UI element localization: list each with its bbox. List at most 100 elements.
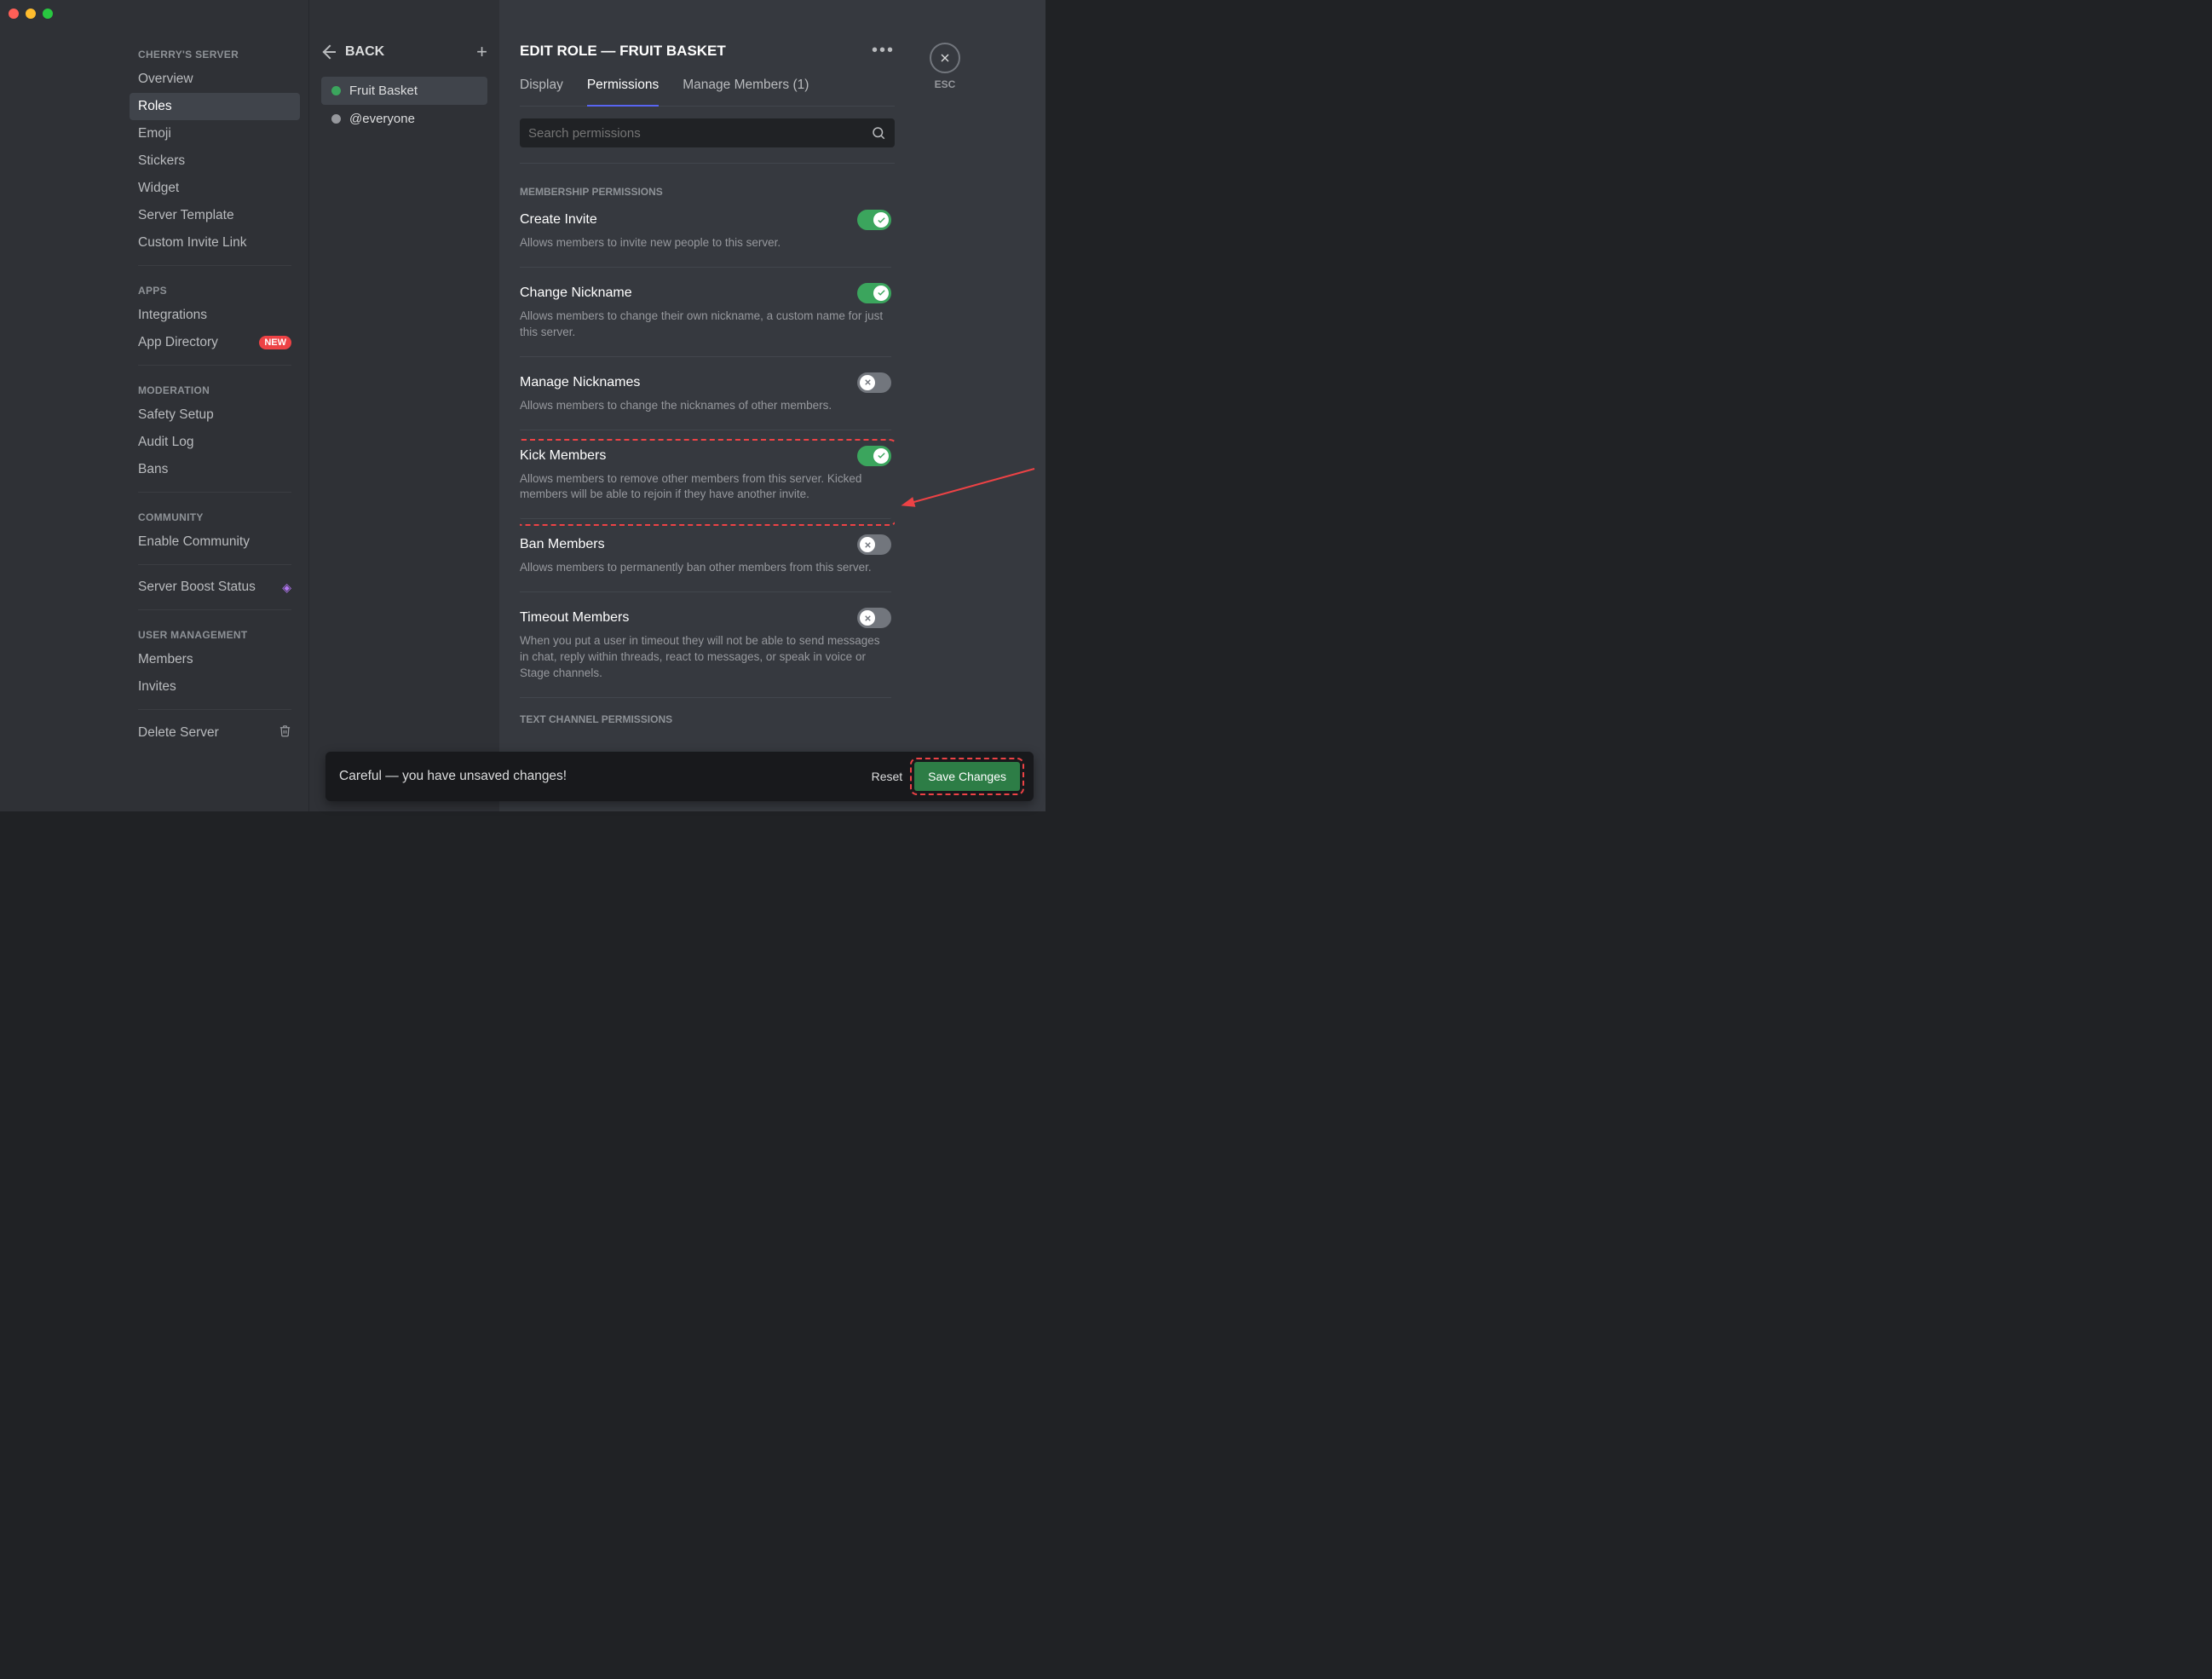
perm-title: Timeout Members xyxy=(520,610,629,626)
sidebar-item-label: Stickers xyxy=(138,153,185,169)
sidebar-item-label: Widget xyxy=(138,181,179,196)
add-role-button[interactable]: + xyxy=(476,43,487,61)
sidebar-item-label: Delete Server xyxy=(138,725,219,741)
sidebar-divider xyxy=(138,492,291,493)
perm-title: Manage Nicknames xyxy=(520,375,640,390)
sidebar-item-enable-community[interactable]: Enable Community xyxy=(130,528,300,556)
edit-role-panel: EDIT ROLE — FRUIT BASKET ••• Display Per… xyxy=(499,0,1046,811)
sidebar-item-label: Custom Invite Link xyxy=(138,235,247,251)
sidebar-header-user-management: USER MANAGEMENT xyxy=(130,619,300,646)
sidebar-item-label: Emoji xyxy=(138,126,171,141)
perm-title: Ban Members xyxy=(520,537,605,552)
toggle-knob xyxy=(873,212,889,228)
zoom-window-icon[interactable] xyxy=(43,9,53,19)
sidebar-divider xyxy=(138,365,291,366)
toggle-timeout-members[interactable] xyxy=(857,608,891,628)
toggle-create-invite[interactable] xyxy=(857,210,891,230)
sidebar-header-moderation: MODERATION xyxy=(130,374,300,401)
sidebar-item-server-boost-status[interactable]: Server Boost Status ◈ xyxy=(130,574,300,601)
sidebar-item-label: Roles xyxy=(138,99,172,114)
trash-icon xyxy=(279,724,291,741)
role-name: Fruit Basket xyxy=(349,84,418,98)
save-changes-button[interactable]: Save Changes xyxy=(914,762,1020,791)
perm-change-nickname: Change Nickname Allows members to change… xyxy=(520,283,891,357)
permissions-list[interactable]: MEMBERSHIP PERMISSIONS Create Invite All… xyxy=(520,179,895,759)
sidebar-item-audit-log[interactable]: Audit Log xyxy=(130,429,300,456)
sidebar-item-server-template[interactable]: Server Template xyxy=(130,202,300,229)
sidebar-item-invites[interactable]: Invites xyxy=(130,673,300,701)
close-button[interactable] xyxy=(930,43,960,73)
toggle-ban-members[interactable] xyxy=(857,534,891,555)
perm-timeout-members: Timeout Members When you put a user in t… xyxy=(520,608,891,698)
minimize-window-icon[interactable] xyxy=(26,9,36,19)
sidebar-item-bans[interactable]: Bans xyxy=(130,456,300,483)
perm-kick-members: Kick Members Allows members to remove ot… xyxy=(520,446,891,520)
role-list-panel: BACK + Fruit Basket @everyone xyxy=(308,0,499,811)
toggle-manage-nicknames[interactable] xyxy=(857,372,891,393)
perm-title: Kick Members xyxy=(520,448,606,464)
role-item-everyone[interactable]: @everyone xyxy=(321,105,487,133)
sidebar-item-integrations[interactable]: Integrations xyxy=(130,302,300,329)
sidebar-item-label: Safety Setup xyxy=(138,407,214,423)
toggle-change-nickname[interactable] xyxy=(857,283,891,303)
boost-icon: ◈ xyxy=(282,580,291,595)
sidebar-item-members[interactable]: Members xyxy=(130,646,300,673)
role-tabs: Display Permissions Manage Members (1) xyxy=(520,78,895,107)
sidebar-item-app-directory[interactable]: App Directory NEW xyxy=(130,329,300,356)
sidebar-item-label: Audit Log xyxy=(138,435,194,450)
role-item-fruit-basket[interactable]: Fruit Basket xyxy=(321,77,487,105)
toggle-knob xyxy=(873,448,889,464)
toggle-kick-members[interactable] xyxy=(857,446,891,466)
search-input[interactable] xyxy=(528,126,871,141)
sidebar-header-community: COMMUNITY xyxy=(130,501,300,528)
tab-permissions[interactable]: Permissions xyxy=(587,78,659,107)
perm-desc: Allows members to change their own nickn… xyxy=(520,309,891,341)
sidebar-header-apps: APPS xyxy=(130,274,300,302)
tab-display[interactable]: Display xyxy=(520,78,563,106)
close-window-icon[interactable] xyxy=(9,9,19,19)
search-permissions-field[interactable] xyxy=(520,118,895,147)
role-name: @everyone xyxy=(349,112,415,126)
sidebar-item-label: Integrations xyxy=(138,308,207,323)
sidebar-item-emoji[interactable]: Emoji xyxy=(130,120,300,147)
close-icon xyxy=(938,51,952,65)
sidebar-divider xyxy=(138,564,291,565)
content-divider xyxy=(520,163,895,164)
close-settings: ESC xyxy=(930,43,960,90)
toggle-knob xyxy=(860,375,875,390)
more-options-button[interactable]: ••• xyxy=(872,41,895,61)
perm-desc: Allows members to permanently ban other … xyxy=(520,560,891,576)
esc-label: ESC xyxy=(930,78,960,90)
toggle-knob xyxy=(873,286,889,301)
section-header-membership: MEMBERSHIP PERMISSIONS xyxy=(520,186,891,198)
sidebar-item-widget[interactable]: Widget xyxy=(130,175,300,202)
sidebar-divider xyxy=(138,709,291,710)
sidebar-item-roles[interactable]: Roles xyxy=(130,93,300,120)
role-color-dot xyxy=(331,86,341,95)
sidebar-item-stickers[interactable]: Stickers xyxy=(130,147,300,175)
back-label: BACK xyxy=(345,44,384,60)
back-button[interactable]: BACK xyxy=(321,44,384,60)
perm-desc: Allows members to invite new people to t… xyxy=(520,235,891,251)
perm-desc: Allows members to remove other members f… xyxy=(520,471,891,504)
sidebar-item-label: App Directory xyxy=(138,335,218,350)
annotation-arrow-icon xyxy=(898,464,1039,516)
sidebar-item-label: Members xyxy=(138,652,193,667)
sidebar-item-label: Bans xyxy=(138,462,168,477)
server-settings-sidebar: CHERRY'S SERVER Overview Roles Emoji Sti… xyxy=(0,0,308,811)
toggle-knob xyxy=(860,537,875,552)
sidebar-item-delete-server[interactable]: Delete Server xyxy=(130,718,300,747)
sidebar-item-safety-setup[interactable]: Safety Setup xyxy=(130,401,300,429)
tab-manage-members[interactable]: Manage Members (1) xyxy=(683,78,809,106)
perm-desc: When you put a user in timeout they will… xyxy=(520,633,891,682)
window-traffic-lights xyxy=(9,9,53,19)
sidebar-item-label: Invites xyxy=(138,679,176,695)
sidebar-item-overview[interactable]: Overview xyxy=(130,66,300,93)
perm-title: Change Nickname xyxy=(520,286,632,301)
section-header-text-channel: TEXT CHANNEL PERMISSIONS xyxy=(520,713,891,725)
page-title: EDIT ROLE — FRUIT BASKET xyxy=(520,43,726,60)
arrow-left-icon xyxy=(321,44,337,60)
reset-button[interactable]: Reset xyxy=(860,763,915,790)
sidebar-item-custom-invite-link[interactable]: Custom Invite Link xyxy=(130,229,300,257)
new-badge: NEW xyxy=(259,336,291,349)
